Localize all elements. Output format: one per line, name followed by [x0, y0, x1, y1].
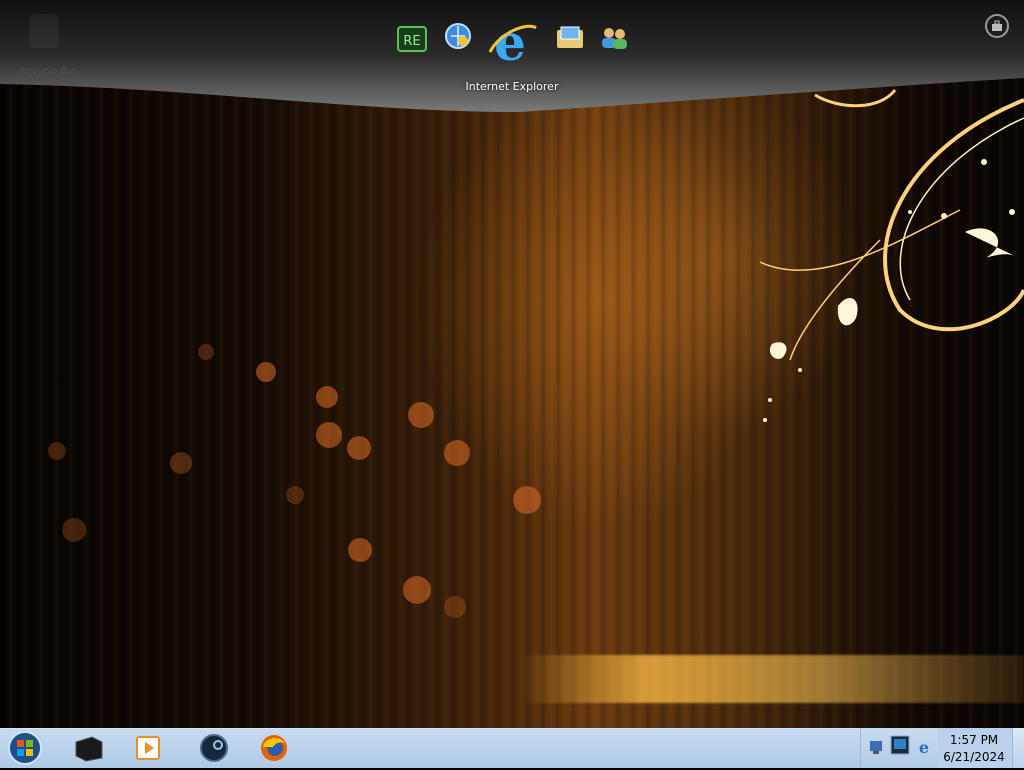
- monitor-icon[interactable]: [889, 734, 911, 758]
- users-icon: [602, 28, 627, 49]
- dock-settings-button[interactable]: [985, 14, 1009, 38]
- toolbox-icon: [992, 20, 1002, 31]
- folder-window-icon: [557, 26, 583, 48]
- bottom-light-streak: [520, 655, 1024, 703]
- dock-item-app-1[interactable]: RE: [394, 20, 430, 56]
- steam-icon: [200, 734, 228, 762]
- black-box-icon: [75, 736, 103, 762]
- dock-hover-label: Internet Explorer: [465, 80, 559, 93]
- show-desktop-button[interactable]: [1012, 728, 1024, 768]
- start-button[interactable]: [6, 730, 44, 766]
- system-tray: e: [860, 728, 938, 768]
- recycle-bin[interactable]: Recycle Bin: [8, 8, 80, 77]
- green-cube-app-icon: RE: [397, 26, 427, 52]
- dock-item-app-4[interactable]: [552, 20, 588, 56]
- network-icon[interactable]: [867, 738, 885, 756]
- taskbar-item-3[interactable]: [186, 730, 242, 766]
- firefox-icon: [261, 735, 287, 761]
- dock-item-internet-explorer[interactable]: e: [484, 12, 540, 68]
- svg-text:RE: RE: [403, 34, 420, 49]
- taskbar-item-2[interactable]: [120, 730, 176, 766]
- media-player-icon: [136, 736, 160, 760]
- svg-text:e: e: [919, 738, 929, 756]
- taskbar-clock[interactable]: 1:57 PM 6/21/2024: [938, 728, 1010, 768]
- recycle-bin-label: Recycle Bin: [19, 66, 77, 77]
- taskbar: e 1:57 PM 6/21/2024: [0, 728, 1024, 768]
- clock-date: 6/21/2024: [943, 750, 1005, 764]
- dock-item-app-5[interactable]: [596, 20, 632, 56]
- clock-time: 1:57 PM: [949, 733, 999, 747]
- taskbar-item-4[interactable]: [246, 730, 302, 766]
- top-dock: Recycle Bin RE e Internet Explorer: [0, 0, 1024, 118]
- start-orb-icon: [8, 731, 42, 765]
- internet-explorer-icon: e: [488, 13, 537, 68]
- taskbar-item-1[interactable]: [60, 730, 116, 766]
- globe-pin-icon: [445, 23, 471, 49]
- dock-item-app-2[interactable]: [440, 18, 476, 54]
- recycle-bin-icon: [30, 14, 58, 48]
- ie-tray-icon[interactable]: e: [915, 738, 933, 756]
